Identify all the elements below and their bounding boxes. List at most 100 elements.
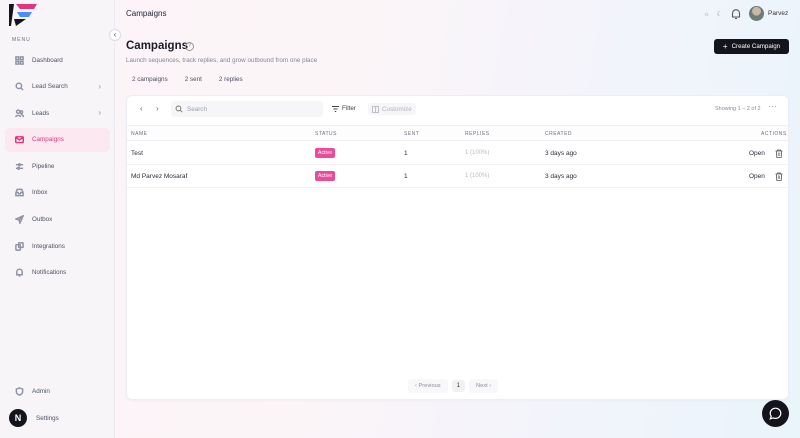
moon-icon[interactable]: ☾ bbox=[716, 10, 722, 18]
sidebar-item-inbox[interactable]: Inbox bbox=[5, 181, 110, 205]
status-badge: Active bbox=[315, 171, 336, 181]
column-header-actions: ACTIONS bbox=[761, 131, 787, 137]
created-date: 3 days ago bbox=[545, 150, 577, 157]
plus-icon: + bbox=[722, 42, 728, 51]
open-button[interactable]: Open bbox=[749, 150, 765, 157]
sidebar-item-notifications[interactable]: Notifications bbox=[5, 261, 110, 285]
user-avatar[interactable] bbox=[749, 6, 764, 21]
sidebar-item-label: Lead Search bbox=[32, 83, 68, 91]
table-row[interactable]: Test Active 1 1 (100%) 3 days ago Open bbox=[127, 142, 788, 165]
replies-count: 1 (100%) bbox=[465, 173, 490, 179]
column-header-sent[interactable]: SENT bbox=[404, 131, 419, 137]
campaign-name[interactable]: Md Parvez Mosaraf bbox=[131, 173, 187, 180]
page-subtitle: Launch sequences, track replies, and gro… bbox=[126, 57, 318, 64]
sidebar-item-label: Inbox bbox=[32, 189, 48, 197]
forward-arrow-icon[interactable]: › bbox=[156, 104, 159, 113]
stat-sent: 2 sent bbox=[184, 76, 202, 83]
pagination: ‹ Previous 1 Next › bbox=[408, 379, 502, 393]
sun-icon[interactable]: ☼ bbox=[703, 11, 709, 18]
campaign-stats: 2 campaigns 2 sent 2 replies bbox=[126, 72, 254, 87]
trash-icon[interactable] bbox=[775, 149, 783, 158]
chevron-left-icon: ‹ bbox=[113, 30, 117, 39]
more-options-icon[interactable]: ··· bbox=[768, 102, 778, 111]
columns-icon bbox=[372, 105, 379, 113]
send-icon bbox=[14, 215, 24, 225]
puzzle-icon bbox=[14, 241, 24, 251]
filter-button[interactable]: Filter bbox=[332, 105, 356, 112]
sidebar-item-lead-search[interactable]: Lead Search › bbox=[5, 75, 110, 99]
sidebar-item-admin[interactable]: Admin bbox=[5, 379, 110, 403]
sidebar-item-integrations[interactable]: Integrations bbox=[5, 234, 110, 258]
search-box[interactable] bbox=[171, 101, 323, 117]
sidebar-item-label: Leads bbox=[32, 109, 50, 117]
page-title: Campaigns bbox=[126, 40, 188, 52]
created-date: 3 days ago bbox=[545, 173, 577, 180]
chat-button[interactable] bbox=[762, 400, 789, 427]
sidebar-item-pipeline[interactable]: Pipeline bbox=[5, 154, 110, 178]
search-icon bbox=[175, 105, 183, 113]
customize-label: Customize bbox=[382, 105, 412, 113]
open-button[interactable]: Open bbox=[749, 173, 765, 180]
sidebar-item-label: Pipeline bbox=[32, 162, 55, 170]
user-menu[interactable]: Parvez bbox=[749, 6, 788, 21]
campaign-name[interactable]: Test bbox=[131, 150, 143, 157]
create-campaign-button[interactable]: + Create Campaign bbox=[714, 39, 789, 54]
sidebar-bottom: Admin bbox=[5, 379, 110, 406]
filter-label: Filter bbox=[342, 105, 356, 112]
sidebar-item-leads[interactable]: Leads › bbox=[5, 101, 110, 125]
stat-campaigns: 2 campaigns bbox=[132, 76, 168, 83]
showing-count: Showing 1 – 2 of 2 bbox=[715, 106, 761, 112]
customize-button[interactable]: Customize bbox=[368, 103, 416, 115]
chevron-right-icon: › bbox=[98, 108, 101, 118]
column-header-name[interactable]: NAME bbox=[131, 131, 147, 137]
users-icon bbox=[14, 108, 24, 118]
avatar[interactable]: N bbox=[9, 409, 27, 427]
campaigns-table-card: ‹ › Filter Customize Showing 1 – 2 of 2 … bbox=[126, 95, 789, 400]
sidebar-item-label: Notifications bbox=[32, 269, 67, 277]
sidebar-item-dashboard[interactable]: Dashboard bbox=[5, 48, 110, 72]
sidebar-item-label: Campaigns bbox=[32, 136, 64, 144]
table-toolbar: ‹ › Filter Customize Showing 1 – 2 of 2 … bbox=[127, 96, 788, 122]
search-input[interactable] bbox=[187, 105, 317, 113]
pipeline-icon bbox=[14, 161, 24, 171]
collapse-sidebar-button[interactable]: ‹ bbox=[109, 29, 121, 41]
replies-count: 1 (100%) bbox=[465, 150, 490, 156]
filter-icon bbox=[332, 105, 339, 112]
status-badge: Active bbox=[315, 148, 336, 158]
sidebar-item-label: Outbox bbox=[32, 216, 53, 224]
column-header-created[interactable]: CREATED bbox=[545, 131, 572, 137]
menu-label: MENU bbox=[12, 37, 31, 43]
user-name: Parvez bbox=[768, 10, 789, 17]
shield-icon bbox=[14, 386, 24, 396]
notifications-bell-icon[interactable] bbox=[729, 7, 743, 21]
page-number-button[interactable]: 1 bbox=[451, 380, 465, 392]
topbar: Campaigns ☼ ☾ Parvez bbox=[115, 0, 800, 28]
search-icon bbox=[14, 82, 24, 92]
table-row[interactable]: Md Parvez Mosaraf Active 1 1 (100%) 3 da… bbox=[127, 165, 788, 188]
sidebar-item-label: Settings bbox=[36, 414, 59, 422]
sent-count: 1 bbox=[404, 173, 408, 180]
stat-replies: 2 replies bbox=[218, 76, 243, 83]
grid-icon bbox=[14, 55, 24, 65]
sidebar-item-campaigns[interactable]: Campaigns bbox=[5, 127, 110, 152]
bell-icon bbox=[14, 268, 24, 278]
next-page-button[interactable]: Next › bbox=[468, 379, 499, 393]
sidebar-item-outbox[interactable]: Outbox bbox=[5, 208, 110, 232]
sidebar-item-settings[interactable]: N Settings bbox=[5, 406, 110, 430]
sidebar: MENU Dashboard Lead Search › Leads › Cam… bbox=[0, 0, 115, 438]
trash-icon[interactable] bbox=[775, 172, 783, 181]
back-arrow-icon[interactable]: ‹ bbox=[140, 104, 143, 113]
sidebar-item-label: Integrations bbox=[32, 242, 65, 250]
help-icon[interactable]: ? bbox=[185, 42, 194, 51]
table-header: NAME STATUS SENT REPLIES CREATED ACTIONS bbox=[127, 125, 788, 141]
column-header-replies[interactable]: REPLIES bbox=[465, 131, 490, 137]
next-label: Next bbox=[475, 383, 488, 389]
theme-toggle[interactable]: ☼ ☾ bbox=[700, 7, 726, 21]
column-header-status[interactable]: STATUS bbox=[315, 131, 337, 137]
chat-bubble-icon bbox=[769, 407, 782, 420]
sidebar-item-label: Dashboard bbox=[32, 56, 63, 64]
app-logo[interactable] bbox=[8, 3, 38, 27]
previous-page-button[interactable]: ‹ Previous bbox=[408, 379, 448, 393]
sidebar-nav: Dashboard Lead Search › Leads › Campaign… bbox=[5, 48, 110, 287]
mail-icon bbox=[14, 135, 24, 145]
